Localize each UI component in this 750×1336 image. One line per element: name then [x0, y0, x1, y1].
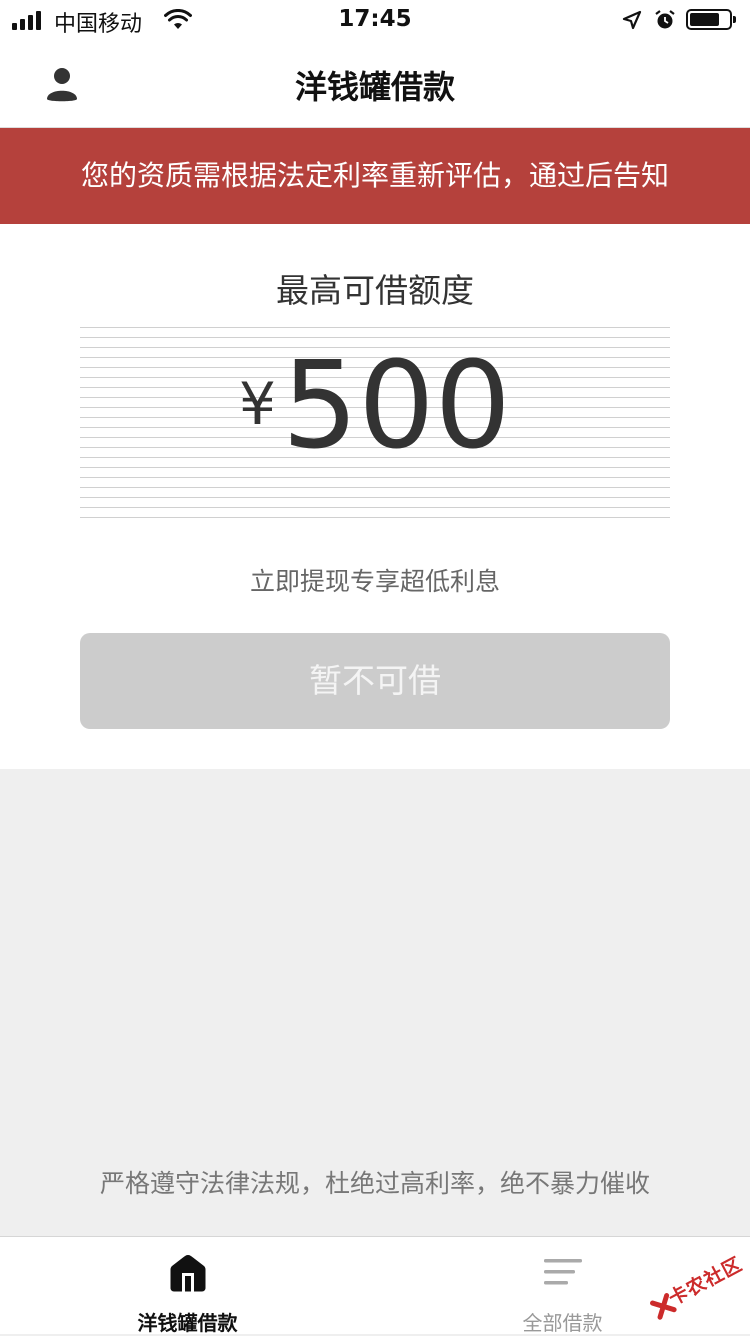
amount-box: ¥500	[80, 327, 670, 519]
limit-label: 最高可借额度	[276, 271, 474, 310]
location-arrow-icon	[622, 10, 642, 34]
currency-symbol: ¥	[239, 370, 276, 438]
battery-level-fill	[690, 13, 719, 26]
amount-value: 500	[281, 337, 511, 476]
tab-label: 洋钱罐借款	[137, 1311, 238, 1335]
limit-amount: ¥500	[80, 347, 670, 467]
borrow-button[interactable]: 暂不可借	[80, 633, 670, 729]
page-title: 洋钱罐借款	[294, 68, 455, 106]
battery-icon	[686, 9, 736, 30]
home-icon	[168, 1253, 208, 1293]
promo-text: 立即提现专享超低利息	[249, 567, 500, 596]
notice-banner: 您的资质需根据法定利率重新评估，通过后告知	[0, 128, 750, 224]
alarm-icon	[654, 9, 676, 35]
status-bar: 中国移动 17:45	[0, 0, 750, 40]
list-icon	[543, 1253, 583, 1293]
tab-yangqianguan-loan[interactable]: 洋钱罐借款	[0, 1237, 375, 1335]
nav-bar: 洋钱罐借款	[0, 40, 750, 128]
compliance-statement: 严格遵守法律法规，杜绝过高利率，绝不暴力催收	[99, 1169, 650, 1198]
credit-limit-card: 最高可借额度 ¥500 立即提现专享超低利息 暂不可借	[0, 224, 750, 769]
